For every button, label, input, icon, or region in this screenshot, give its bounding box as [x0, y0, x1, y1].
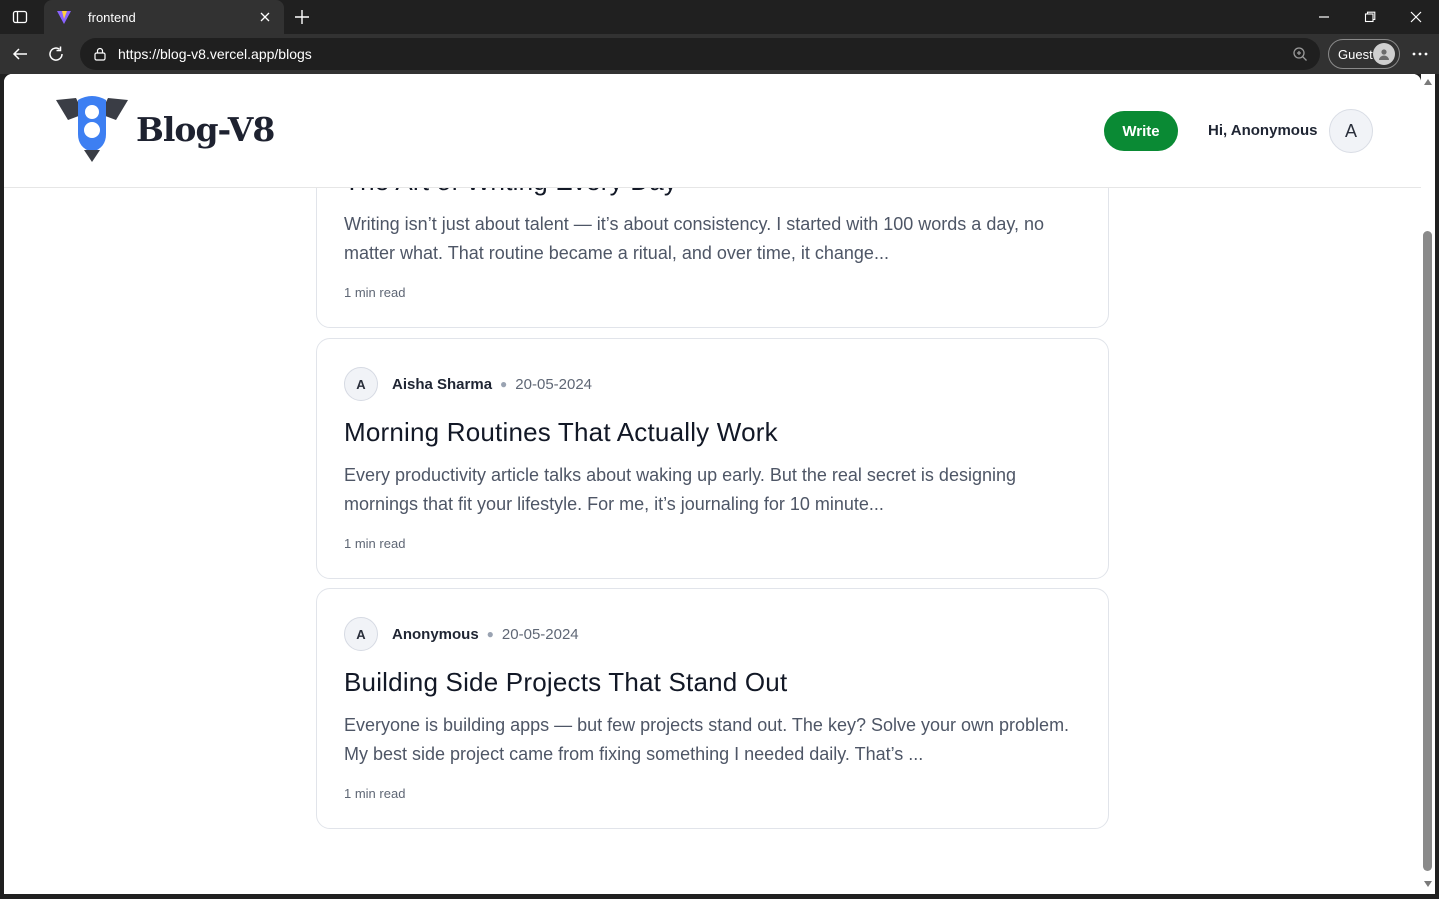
author-name: Anonymous	[392, 625, 479, 643]
profile-avatar-icon	[1373, 43, 1395, 65]
post-meta: A Anonymous ● 20-05-2024	[344, 617, 579, 651]
restore-icon[interactable]	[1348, 4, 1392, 30]
read-time: 1 min read	[344, 285, 406, 300]
blog-card[interactable]: A Anonymous ● 20-05-2024 Building Side P…	[316, 588, 1109, 829]
scroll-down-icon[interactable]	[1424, 881, 1432, 887]
scroll-up-icon[interactable]	[1424, 79, 1432, 85]
browser-tab[interactable]: frontend	[44, 0, 284, 34]
post-date: 20-05-2024	[515, 375, 593, 393]
author-avatar: A	[344, 367, 378, 401]
brand-name[interactable]: Blog-V8	[136, 110, 275, 149]
zoom-icon[interactable]	[1290, 44, 1310, 64]
toolbar: https://blog-v8.vercel.app/blogs Guest	[0, 34, 1439, 74]
more-options-icon[interactable]	[1408, 42, 1432, 66]
blog-title[interactable]: Morning Routines That Actually Work	[344, 417, 778, 448]
post-date: 20-05-2024	[501, 625, 579, 643]
tab-strip: frontend	[0, 0, 1439, 34]
read-time: 1 min read	[344, 786, 406, 801]
page-viewport: The Art of Writing Every Day Writing isn…	[4, 74, 1421, 894]
reload-icon[interactable]	[44, 42, 68, 66]
post-meta: A Aisha Sharma ● 20-05-2024	[344, 367, 592, 401]
blog-logo-icon[interactable]	[54, 94, 130, 164]
minimize-icon[interactable]	[1302, 4, 1346, 30]
blog-excerpt: Writing isn’t just about talent — it’s a…	[344, 214, 1045, 263]
tab-actions-icon[interactable]	[8, 6, 32, 28]
tab-title: frontend	[88, 9, 136, 25]
new-tab-icon[interactable]	[290, 5, 314, 29]
separator-dot: ●	[486, 627, 494, 641]
author-name: Aisha Sharma	[392, 375, 493, 393]
url-text: https://blog-v8.vercel.app/blogs	[118, 46, 312, 62]
blog-excerpt: Everyone is building apps — but few proj…	[344, 715, 1070, 764]
profile-label: Guest	[1338, 46, 1373, 62]
separator-dot: ●	[500, 377, 508, 391]
close-tab-icon[interactable]	[256, 8, 274, 26]
address-bar[interactable]: https://blog-v8.vercel.app/blogs	[80, 38, 1320, 70]
user-avatar[interactable]: A	[1329, 109, 1373, 153]
blog-excerpt: Every productivity article talks about w…	[344, 465, 1016, 514]
close-window-icon[interactable]	[1394, 4, 1438, 30]
author-avatar: A	[344, 617, 378, 651]
page-scrollbar[interactable]	[1421, 74, 1435, 894]
blog-card[interactable]: A Aisha Sharma ● 20-05-2024 Morning Rout…	[316, 338, 1109, 579]
user-greeting: Hi, Anonymous	[1208, 122, 1318, 139]
scrollbar-thumb[interactable]	[1423, 231, 1432, 871]
site-header: Blog-V8 Write Hi, Anonymous A	[4, 74, 1421, 188]
write-button[interactable]: Write	[1104, 111, 1178, 151]
back-icon[interactable]	[8, 42, 32, 66]
vite-favicon-icon	[56, 9, 72, 25]
blog-title[interactable]: Building Side Projects That Stand Out	[344, 667, 787, 698]
read-time: 1 min read	[344, 536, 406, 551]
lock-icon[interactable]	[92, 46, 108, 62]
profile-button[interactable]: Guest	[1328, 39, 1400, 69]
